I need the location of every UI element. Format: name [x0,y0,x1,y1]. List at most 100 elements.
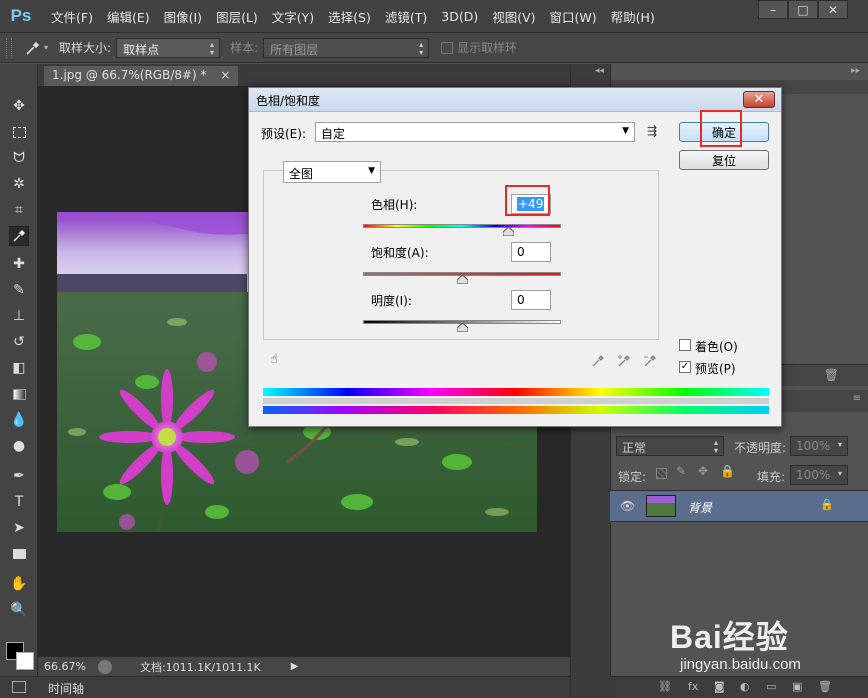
preset-options-icon[interactable]: ⇶ [647,124,657,138]
lightness-input[interactable]: 0 [511,290,551,310]
sample-size-select[interactable]: 取样点 ▴ ▾ [116,37,221,58]
trash-icon[interactable]: 🗑 [824,368,839,382]
colorize-checkbox[interactable] [679,339,691,351]
blur-tool-icon[interactable]: 💧 [9,410,29,430]
menu-help[interactable]: 帮助(H) [604,7,662,26]
eyedropper-tool-icon[interactable] [22,38,44,58]
rectangle-tool-icon[interactable] [9,544,29,564]
show-sampling-ring-checkbox[interactable] [441,41,454,54]
menu-type[interactable]: 文字(Y) [265,7,321,26]
opacity-input[interactable]: 100% ▾ [790,436,848,456]
dialog-close-button[interactable]: ✕ [743,91,775,108]
lightness-label: 明度(I): [371,294,412,308]
saturation-input[interactable]: 0 [511,242,551,262]
close-tab-icon[interactable]: × [220,68,230,82]
adjustment-layer-icon[interactable]: ◐ [740,680,750,693]
eraser-tool-icon[interactable]: ◧ [9,358,29,378]
screen-mode-icon[interactable] [12,681,26,693]
zoom-level[interactable]: 66.67% [44,660,86,673]
path-selection-tool-icon[interactable]: ➤ [9,518,29,538]
saturation-label: 饱和度(A): [371,246,429,260]
updown-arrows-icon: ▴ ▾ [713,438,718,455]
menu-window[interactable]: 窗口(W) [543,7,604,26]
ok-button[interactable]: 确定 [679,122,769,142]
eyedropper-plus-icon[interactable] [615,352,633,370]
preview-checkbox[interactable]: ✓ [679,361,691,373]
hue-slider-thumb[interactable] [503,227,514,236]
menu-view[interactable]: 视图(V) [485,7,542,26]
gradient-tool-icon[interactable] [9,384,29,404]
options-bar-grip[interactable] [6,37,12,58]
delete-layer-icon[interactable]: 🗑 [818,680,832,693]
pen-tool-icon[interactable]: ✒ [9,466,29,486]
layer-name[interactable]: 背景 [688,499,712,516]
baidu-watermark: Bai经验 jingyan.baidu.com [660,598,860,678]
lasso-tool-icon[interactable]: ᗢ [9,148,29,168]
add-mask-icon[interactable]: ◙ [714,680,725,693]
maximize-button[interactable]: □ [788,0,818,19]
tool-preset-chevron-icon[interactable]: ▾ [44,43,48,52]
status-menu-arrow-icon[interactable]: ▶ [291,661,299,672]
chevron-down-icon[interactable]: ▾ [838,470,842,478]
panel-menu-icon[interactable]: ≡ [853,393,861,404]
minimize-button[interactable]: – [758,0,788,19]
blend-mode-select[interactable]: 正常 ▴ ▾ [616,436,724,456]
background-color-swatch[interactable] [16,652,34,670]
eyedropper-minus-icon[interactable] [641,352,659,370]
sample-select[interactable]: 所有图层 ▴ ▾ [263,37,430,58]
collapse-arrows-icon[interactable]: ◂◂ [595,66,604,76]
reset-button[interactable]: 复位 [679,150,769,170]
clone-stamp-tool-icon[interactable]: ⊥ [9,306,29,326]
status-info-icon[interactable] [97,659,112,674]
preset-select[interactable]: 自定 ▼ [315,122,635,142]
menu-filter[interactable]: 滤镜(T) [378,7,434,26]
magic-wand-tool-icon[interactable]: ✲ [9,174,29,194]
fill-value: 100% [796,468,831,482]
link-layers-icon[interactable]: ⛓ [658,680,672,693]
lock-all-icon[interactable]: 🔒 [720,464,735,478]
layer-row-background[interactable]: 👁 背景 🔒 [610,490,868,522]
preset-value: 自定 [321,127,346,141]
history-brush-tool-icon[interactable]: ↺ [9,332,29,352]
hue-input[interactable]: +49 [511,194,551,214]
move-tool-icon[interactable]: ✥ [9,96,29,116]
menu-layer[interactable]: 图层(L) [209,7,265,26]
channel-select[interactable]: 全图 ▼ [283,161,381,183]
timeline-tab[interactable]: 时间轴 [48,680,84,697]
targeted-adjustment-hand-icon[interactable]: ☝ [265,350,283,368]
menu-file[interactable]: 文件(F) [44,7,100,26]
crop-tool-icon[interactable]: ⌗ [9,200,29,220]
chevron-down-icon[interactable]: ▾ [838,441,842,449]
new-layer-icon[interactable]: ▣ [792,680,802,693]
color-range-bar[interactable] [263,398,769,404]
fx-icon[interactable]: fx [688,680,698,693]
lock-position-icon[interactable]: ✥ [698,464,708,478]
hand-tool-icon[interactable]: ✋ [9,574,29,594]
eyedropper-tool-icon[interactable] [9,226,29,246]
menu-image[interactable]: 图像(I) [157,7,209,26]
menu-select[interactable]: 选择(S) [321,7,378,26]
zoom-tool-icon[interactable]: 🔍 [9,600,29,620]
eyedropper-icon[interactable] [589,352,607,370]
document-status-bar: 66.67% 文档:1011.1K/1011.1K ▶ [38,656,570,676]
saturation-slider-thumb[interactable] [457,275,468,284]
healing-brush-tool-icon[interactable]: ✚ [9,254,29,274]
dodge-tool-icon[interactable]: ● [9,436,29,456]
visibility-eye-icon[interactable]: 👁 [620,499,635,513]
brush-tool-icon[interactable]: ✎ [9,280,29,300]
document-tab[interactable]: 1.jpg @ 66.7%(RGB/8#) * × [44,66,239,86]
close-window-button[interactable]: ✕ [818,0,848,19]
dialog-title-bar[interactable]: 色相/饱和度 ✕ [249,88,781,112]
type-tool-icon[interactable]: T [9,492,29,512]
menu-3d[interactable]: 3D(D) [434,9,485,24]
expand-arrows-icon[interactable]: ▸▸ [851,66,860,76]
chevron-down-icon: ▼ [622,126,629,136]
lightness-slider-thumb[interactable] [457,323,468,332]
lock-pixels-icon[interactable]: ✎ [676,464,686,478]
menu-edit[interactable]: 编辑(E) [100,7,157,26]
hue-slider-track[interactable] [363,224,561,228]
lock-transparency-icon[interactable] [656,468,667,479]
marquee-tool-icon[interactable] [9,122,29,142]
fill-input[interactable]: 100% ▾ [790,465,848,485]
new-group-icon[interactable]: ▭ [766,680,776,693]
